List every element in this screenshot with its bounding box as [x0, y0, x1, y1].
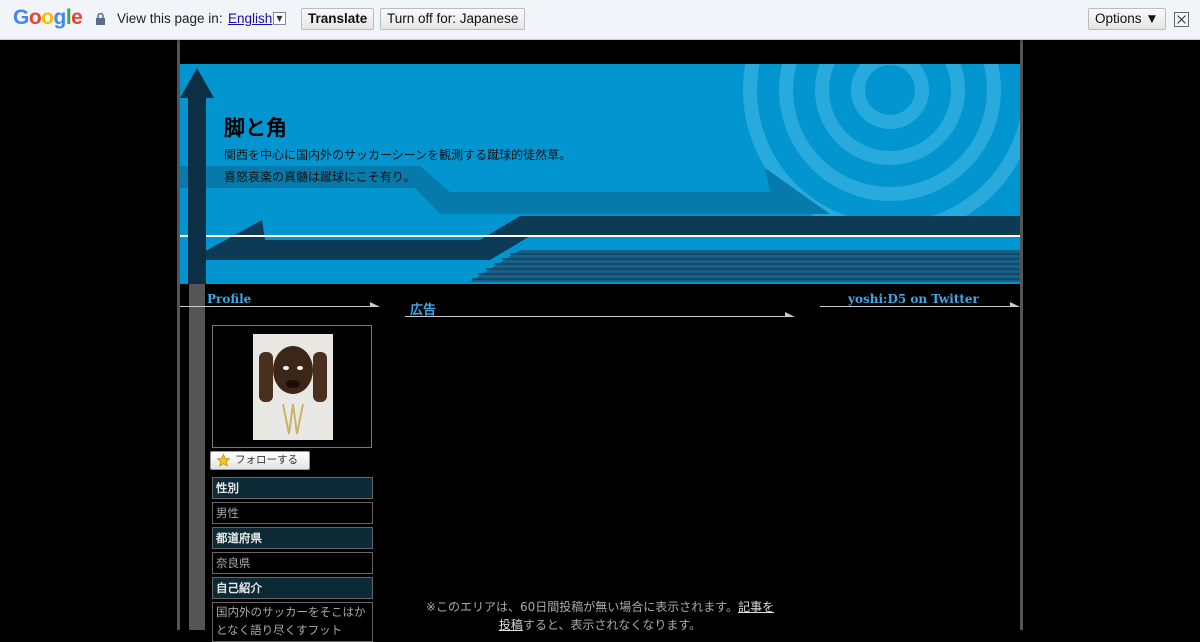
language-dropdown-icon[interactable]: ▼ [273, 12, 286, 25]
view-page-label: View this page in: [117, 11, 223, 26]
lock-icon [96, 13, 105, 25]
site-description-2: 喜怒哀楽の真髄は蹴球にこそ有り。 [224, 170, 416, 184]
follow-button[interactable]: フォローする [210, 451, 310, 470]
ad-notice: ※このエリアは、60日間投稿が無い場合に表示されます。記事を 投稿すると、表示さ… [405, 598, 795, 634]
profile-value-prefecture: 奈良県 [212, 552, 373, 574]
notice-text: ※このエリアは、60日間投稿が無い場合に表示されます。 [425, 600, 739, 614]
language-select[interactable]: English [228, 11, 272, 26]
site-title[interactable]: 脚と角 [224, 112, 287, 142]
ad-heading-line [405, 316, 789, 317]
twitter-heading[interactable]: yoshi:D5 on Twitter [848, 292, 979, 306]
profile-value-gender: 男性 [212, 502, 373, 524]
turn-off-button[interactable]: Turn off for: Japanese [380, 8, 526, 30]
arrow-tip-icon [1010, 302, 1020, 307]
follow-button-label: フォローする [235, 454, 298, 466]
twitter-heading-line [820, 306, 1015, 307]
profile-label-gender: 性別 [212, 477, 373, 499]
translate-bar: Google View this page in: English ▼ Tran… [0, 0, 1200, 40]
sidebar-stripe [189, 284, 205, 630]
profile-label-intro: 自己紹介 [212, 577, 373, 599]
translate-button[interactable]: Translate [301, 8, 375, 30]
star-icon [217, 454, 230, 467]
profile-box [212, 325, 372, 448]
profile-value-intro: 国内外のサッカーをそこはかとなく語り尽くすフット [212, 602, 373, 642]
page-frame-right [1020, 40, 1023, 630]
close-icon[interactable] [1174, 12, 1189, 27]
site-description-1: 関西を中心に国内外のサッカーシーンを観測する蹴球的徒然草。 [224, 148, 572, 162]
profile-heading: Profile [207, 292, 252, 306]
arrow-tip-icon [370, 302, 380, 307]
profile-label-prefecture: 都道府県 [212, 527, 373, 549]
options-button[interactable]: Options ▼ [1088, 8, 1166, 30]
header-banner: 脚と角 関西を中心に国内外のサッカーシーンを観測する蹴球的徒然草。 喜怒哀楽の真… [180, 64, 1020, 284]
arrow-tip-icon [785, 312, 795, 317]
post-article-link[interactable]: 記事を [738, 600, 774, 614]
google-logo: Google [13, 6, 83, 29]
profile-heading-line [180, 306, 378, 307]
avatar[interactable] [253, 334, 333, 440]
